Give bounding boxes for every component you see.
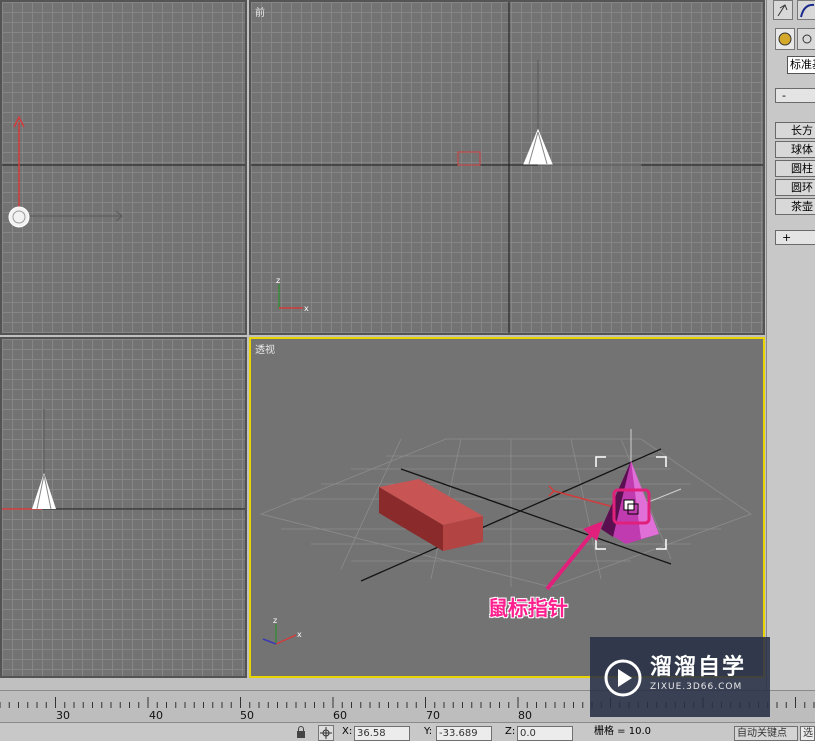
absolute-mode-icon[interactable] — [318, 725, 334, 741]
timeline-tick-80: 80 — [518, 709, 532, 722]
teapot-button[interactable]: 茶壶 — [775, 198, 815, 215]
x-coord-label: X: — [342, 726, 353, 737]
viewport-top-scene — [2, 115, 245, 228]
name-color-rollout-header[interactable]: + — [775, 230, 815, 245]
camera-icon — [802, 34, 812, 44]
modify-tab-icon[interactable] — [797, 0, 815, 20]
y-coord-label: Y: — [424, 726, 433, 737]
mouse-pointer-callout: 鼠标指针 — [488, 596, 568, 620]
play-logo-icon — [604, 659, 642, 697]
svg-text:z: z — [276, 276, 280, 285]
torus-button[interactable]: 圆环 — [775, 179, 815, 196]
max-app-window: 前 z x 透视 z x 鼠标指针 标准 - 长方 球体 圆柱 圆环 茶壶 + … — [0, 0, 815, 741]
viewport-top[interactable] — [0, 0, 247, 335]
cursor-star-icon — [777, 4, 788, 17]
timeline-tick-60: 60 — [333, 709, 347, 722]
geometry-category-button[interactable] — [775, 28, 795, 50]
object-type-dropdown[interactable]: 标准基 — [787, 56, 815, 74]
viewport-perspective-scene: z x — [259, 429, 752, 645]
lock-selection-icon[interactable] — [295, 725, 309, 741]
timeline-tick-40: 40 — [149, 709, 163, 722]
timeline-tick-30: 30 — [56, 709, 70, 722]
object-type-rollout-header[interactable]: - — [775, 88, 815, 103]
grid-size-readout: 栅格 = 10.0 — [594, 726, 652, 737]
x-coord-field[interactable]: 36.58 — [354, 726, 410, 741]
svg-text:x: x — [304, 304, 309, 313]
y-coord-field[interactable]: -33.689 — [436, 726, 492, 741]
viewport-perspective[interactable]: 透视 z x — [249, 337, 765, 678]
sphere-icon — [778, 32, 792, 46]
zixue-watermark: 溜溜自学 ZIXUE.3D66.COM — [590, 637, 770, 717]
sphere-button[interactable]: 球体 — [775, 141, 815, 158]
create-tab-icon[interactable] — [773, 0, 793, 20]
watermark-title: 溜溜自学 — [650, 655, 747, 680]
cylinder-button[interactable]: 圆柱 — [775, 160, 815, 177]
timeline-tick-70: 70 — [426, 709, 440, 722]
shapes-category-button[interactable] — [797, 28, 815, 50]
timeline-tick-50: 50 — [240, 709, 254, 722]
status-bar: X: 36.58 Y: -33.689 Z: 0.0 栅格 = 10.0 自动关… — [0, 722, 815, 741]
watermark-subtitle: ZIXUE.3D66.COM — [650, 682, 743, 692]
viewport-left[interactable] — [0, 337, 247, 678]
viewport-front[interactable]: 前 z x — [249, 0, 765, 335]
command-panel: 标准基 - 长方 球体 圆柱 圆环 茶壶 + — [766, 0, 815, 690]
viewport-front-scene: z x — [251, 2, 763, 333]
z-coord-label: Z: — [505, 726, 516, 737]
selected-dropdown[interactable]: 选 — [800, 726, 815, 741]
viewport-left-scene — [2, 409, 245, 510]
svg-text:x: x — [297, 630, 302, 639]
auto-key-button[interactable]: 自动关键点 — [734, 726, 798, 741]
z-coord-field[interactable]: 0.0 — [517, 726, 573, 741]
box-button[interactable]: 长方 — [775, 122, 815, 139]
arc-icon — [800, 3, 815, 18]
svg-text:z: z — [273, 616, 277, 625]
